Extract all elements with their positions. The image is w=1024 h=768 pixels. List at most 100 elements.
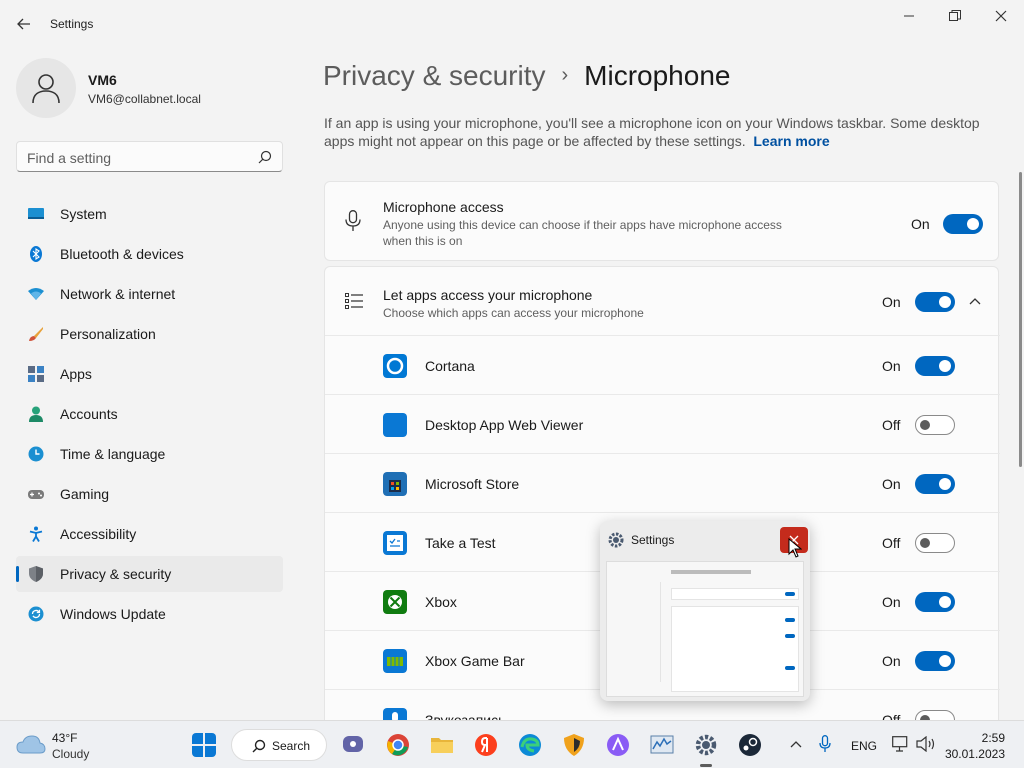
sidebar: VM6 VM6@collabnet.local Find a setting S…: [0, 48, 300, 720]
sidebar-item-label: Privacy & security: [60, 566, 172, 582]
alice-assistant-icon[interactable]: [606, 733, 630, 757]
bluetooth-icon: [30, 246, 42, 262]
network-icon: [28, 288, 44, 300]
breadcrumb: Privacy & security › Microphone: [323, 60, 730, 92]
restore-icon: [949, 10, 961, 21]
breadcrumb-parent[interactable]: Privacy & security: [323, 60, 546, 91]
start-icon[interactable]: [192, 733, 216, 757]
let-apps-title: Let apps access your microphone: [383, 287, 593, 303]
clock-date[interactable]: 30.01.2023: [945, 747, 1005, 761]
accounts-icon: [29, 406, 43, 422]
gear-icon: [608, 532, 624, 548]
monitor-graph-icon[interactable]: [650, 733, 674, 757]
volume-icon[interactable]: [916, 736, 936, 752]
chat-icon[interactable]: [341, 733, 365, 757]
microphone-access-card: Microphone access Anyone using this devi…: [324, 181, 999, 261]
system-icon: [28, 208, 44, 219]
app-name: Xbox Game Bar: [425, 653, 525, 669]
take-a-test-icon: [383, 531, 407, 555]
window-title: Settings: [50, 17, 94, 31]
clock-time[interactable]: 2:59: [982, 731, 1005, 745]
shield-icon: [29, 566, 43, 582]
microphone-icon[interactable]: [819, 735, 831, 753]
clock-icon: [28, 446, 44, 462]
thumbnail-window-preview: [606, 561, 804, 697]
app-name: Cortana: [425, 358, 475, 374]
selection-indicator: [16, 566, 19, 582]
sidebar-item-windows-update[interactable]: Windows Update: [16, 596, 283, 632]
let-apps-state: On: [882, 294, 901, 310]
sidebar-item-apps[interactable]: Apps: [16, 356, 283, 392]
shield-browser-icon[interactable]: [562, 733, 586, 757]
avatar[interactable]: [16, 58, 76, 118]
app-row-cortana: Cortana On: [325, 335, 1000, 394]
taskbar-search-button[interactable]: Search: [231, 729, 327, 761]
app-toggle-xbox-game-bar[interactable]: [915, 651, 955, 671]
microphone-access-toggle[interactable]: [943, 214, 983, 234]
let-apps-toggle[interactable]: [915, 292, 955, 312]
cloud-icon: [16, 735, 46, 754]
app-state: On: [882, 653, 901, 669]
taskbar-thumbnail-preview[interactable]: Settings: [600, 521, 810, 701]
search-field[interactable]: Find a setting: [16, 141, 283, 172]
app-toggle-desktop-app-web-viewer[interactable]: [915, 415, 955, 435]
sidebar-item-label: Gaming: [60, 486, 110, 502]
brush-icon: [29, 327, 43, 341]
chevron-up-icon[interactable]: [790, 740, 802, 748]
accessibility-icon: [29, 526, 43, 542]
sidebar-item-system[interactable]: System: [16, 196, 283, 232]
sidebar-item-time-language[interactable]: Time & language: [16, 436, 283, 472]
gamepad-icon: [28, 490, 44, 499]
restore-button[interactable]: [932, 0, 978, 32]
running-indicator: [700, 764, 712, 767]
list-icon: [345, 293, 363, 309]
edge-icon[interactable]: [518, 733, 542, 757]
weather-temperature: 43°F: [52, 731, 78, 745]
minimize-button[interactable]: [886, 0, 932, 32]
network-status-icon[interactable]: [892, 736, 910, 752]
settings-gear-icon[interactable]: [694, 733, 718, 757]
chevron-up-icon[interactable]: [969, 297, 981, 305]
cortana-icon: [383, 354, 407, 378]
app-state: On: [882, 594, 901, 610]
app-row-desktop-app-web-viewer: Desktop App Web Viewer Off: [325, 394, 1000, 453]
sidebar-item-personalization[interactable]: Personalization: [16, 316, 283, 352]
app-state: Off: [882, 417, 901, 433]
sidebar-item-bluetooth[interactable]: Bluetooth & devices: [16, 236, 283, 272]
app-name: Take a Test: [425, 535, 496, 551]
learn-more-link[interactable]: Learn more: [753, 133, 829, 149]
app-name: Microsoft Store: [425, 476, 520, 492]
user-email: VM6@collabnet.local: [88, 92, 201, 106]
xbox-icon: [383, 590, 407, 614]
sidebar-item-accessibility[interactable]: Accessibility: [16, 516, 283, 552]
search-icon: [258, 150, 272, 164]
sidebar-item-accounts[interactable]: Accounts: [16, 396, 283, 432]
close-icon: [995, 10, 1007, 22]
search-input[interactable]: Find a setting: [27, 150, 111, 166]
thumbnail-title: Settings: [631, 533, 675, 547]
app-toggle-take-a-test[interactable]: [915, 533, 955, 553]
app-toggle-microsoft-store[interactable]: [915, 474, 955, 494]
steam-icon[interactable]: [738, 733, 762, 757]
sidebar-item-privacy-security[interactable]: Privacy & security: [16, 556, 283, 592]
folder-icon[interactable]: [430, 733, 454, 757]
sidebar-item-network[interactable]: Network & internet: [16, 276, 283, 312]
store-icon: [383, 472, 407, 496]
close-button[interactable]: [978, 0, 1024, 32]
chrome-icon[interactable]: [386, 733, 410, 757]
update-icon: [28, 606, 44, 622]
back-arrow-icon[interactable]: [14, 14, 34, 34]
language-indicator[interactable]: ENG: [851, 739, 877, 753]
microphone-access-subtitle: when this is on: [383, 234, 463, 248]
microphone-icon: [345, 210, 361, 231]
mouse-cursor-icon: [788, 538, 802, 558]
sidebar-item-label: Personalization: [60, 326, 156, 342]
app-toggle-cortana[interactable]: [915, 356, 955, 376]
user-icon: [32, 74, 60, 104]
microphone-access-subtitle: Anyone using this device can choose if t…: [383, 218, 782, 232]
sidebar-item-label: Time & language: [60, 446, 166, 462]
app-toggle-xbox[interactable]: [915, 592, 955, 612]
scrollbar[interactable]: [1019, 172, 1022, 467]
yandex-browser-icon[interactable]: [474, 733, 498, 757]
sidebar-item-gaming[interactable]: Gaming: [16, 476, 283, 512]
